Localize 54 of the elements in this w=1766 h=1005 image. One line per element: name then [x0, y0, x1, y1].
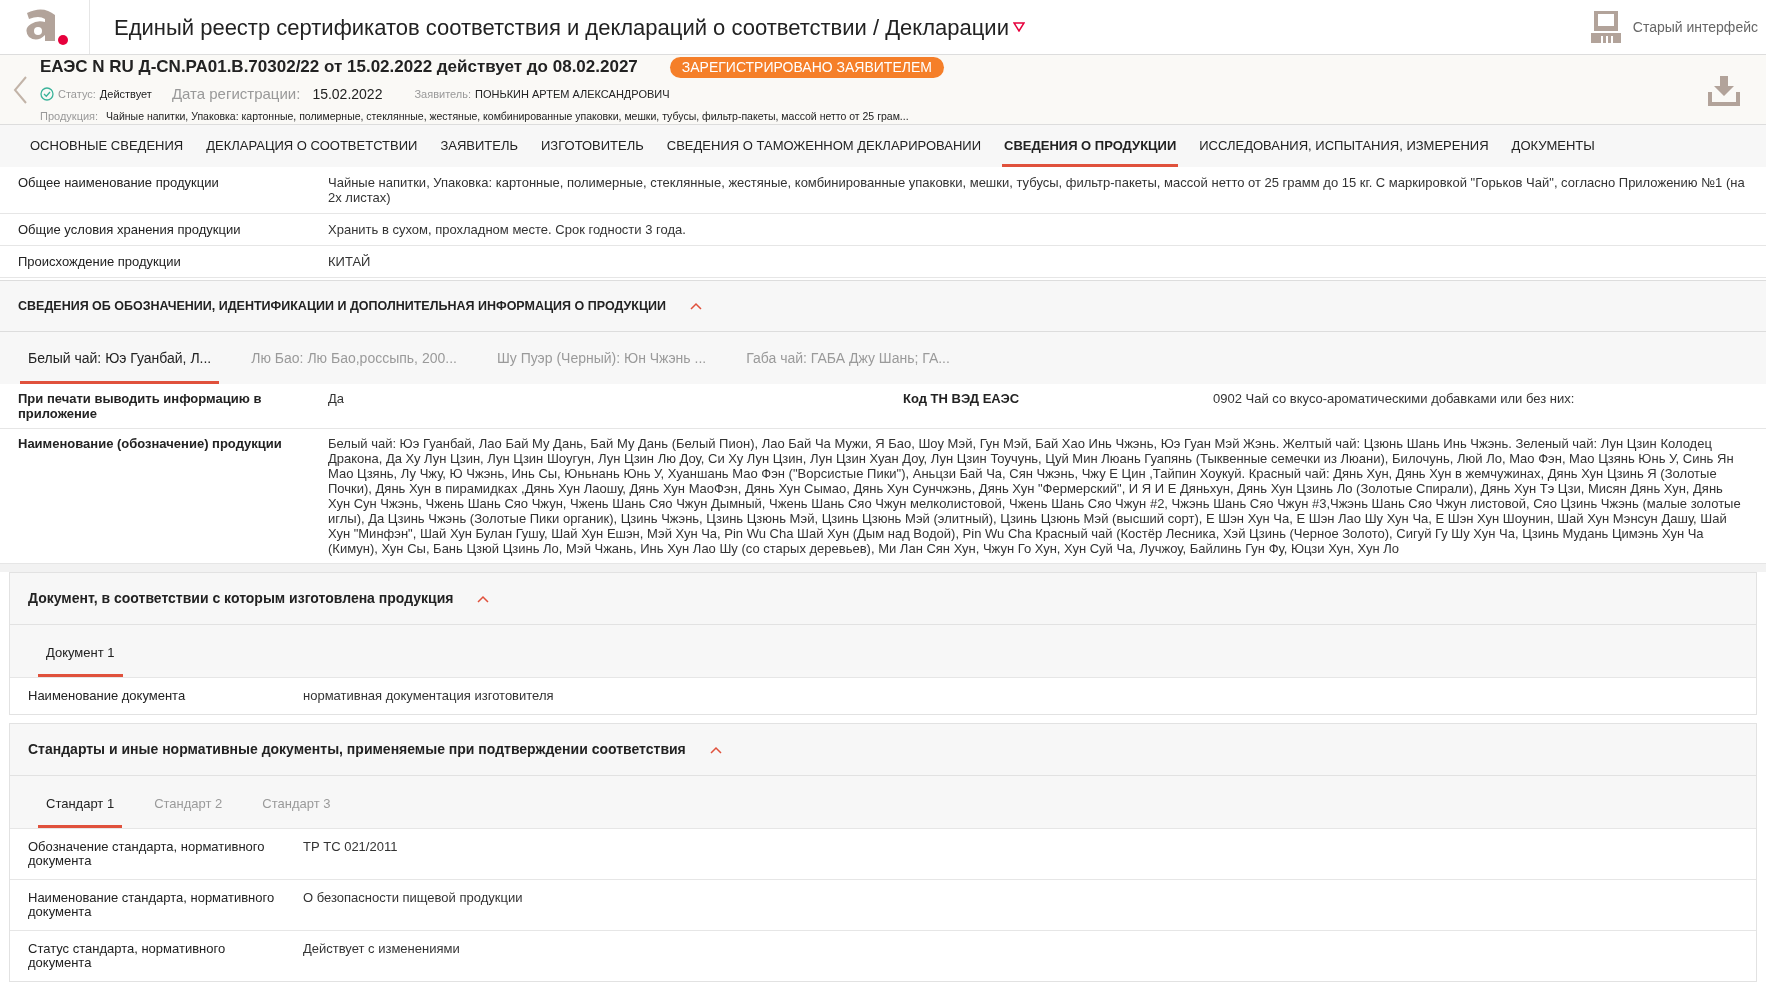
- field-label: Обозначение стандарта, нормативного документа: [28, 840, 266, 868]
- field-label: Наименование (обозначение) продукции: [18, 436, 283, 453]
- status-value: Действует: [99, 86, 152, 102]
- field-label: При печати выводить информацию в приложение: [18, 391, 263, 421]
- declaration-number: ЕАЭС N RU Д-CN.РА01.В.70302/22 от 15.02.2022 действует до 08.02.2027: [40, 56, 638, 79]
- chevron-up-icon[interactable]: [477, 594, 490, 603]
- field-label: Статус стандарта, нормативного документа: [28, 942, 227, 970]
- download-button[interactable]: [1708, 73, 1740, 106]
- field-value: Действует с изменениями: [303, 942, 460, 958]
- reg-date-label: Дата регистрации:: [171, 83, 301, 104]
- field-label: Общее наименование продукции: [18, 175, 220, 192]
- field-value: КИТАЙ: [328, 254, 371, 269]
- tab[interactable]: ДЕКЛАРАЦИЯ О СООТВЕТСТВИИ: [204, 135, 420, 167]
- field-value: Да: [328, 391, 346, 408]
- subtab[interactable]: Документ 1: [38, 642, 123, 677]
- dropdown-icon[interactable]: [1012, 22, 1025, 32]
- tab[interactable]: ЗАЯВИТЕЛЬ: [438, 135, 520, 167]
- section-title: Стандарты и иные нормативные документы, применяемые при подтверждении соответствия: [28, 740, 686, 759]
- reg-date-value: 15.02.2022: [312, 84, 383, 104]
- field-label: Наименование стандарта, нормативного документа: [28, 891, 276, 919]
- field-label: Наименование документа: [28, 689, 187, 703]
- field-value: 0902 Чай со вкусо-ароматическими добавками или без них:: [1213, 391, 1576, 408]
- section-title: СВЕДЕНИЯ ОБ ОБОЗНАЧЕНИИ, ИДЕНТИФИКАЦИИ И ДОПОЛНИТЕЛЬНАЯ ИНФОРМАЦИЯ О ПРОДУКЦИИ: [18, 297, 667, 315]
- field-value: Хранить в сухом, прохладном месте. Срок годности 3 года.: [328, 222, 686, 237]
- field-value: Чайные напитки, Упаковка: картонные, полимерные, стеклянные, жестяные, комбинированные упаковки, мешки, тубусы, фильтр-пакеты, массой нетто от 25 грамм до 15 кг. С маркировкой "Горьков Чай", согласно Приложению №1 (на 2х листах): [328, 175, 1746, 205]
- tab[interactable]: СВЕДЕНИЯ О ПРОДУКЦИИ: [1002, 135, 1179, 167]
- field-label: Происхождение продукции: [18, 254, 182, 269]
- status-badge: ЗАРЕГИСТРИРОВАНО ЗАЯВИТЕЛЕМ: [669, 56, 944, 78]
- field-value: Белый чай: Юэ Гуанбай, Лао Бай Му Дань, Бай Му Дань (Белый Пион), Лао Бай Ча Мужи, Я Бао, Шоу Мэй, Гун Мэй, Бай Хао Инь Чжэнь, Юэ Гуан Мэй Жэнь. Желтый чай: Цзюнь Шань Инь Чжэнь. Зеленый чай: Лун Цзин Колодец Дракона, Да Ху Лун Цзин, Лун Цзин Шоугун, Лун Цзин Лю Доу, Си Ху Лун Цзин, Лун Цзин Хуан Доу, Лун Цзин Тоучунь, Цуй Мин Люань Гуапянь (Тыквенные семечки из Люани), Билочунь, Люй Ло, Мао Фэн, Мао Цзянь Юнь У, Синь Ян Мао Цзянь, Лу Чжу, Ю Чжэнь, Инь Сы, Юньнань Юнь У, Хуаншань Мао Фэн ("Ворсистые Пики"), Аньцзи Бай Ча, Сян Чжэнь, Чжу Е Цин ,Тайпин Хоукуй. Красный чай: Дянь Хун, Дянь Хун в жемчужинах, Дянь Хун Цзинь Я (Золотые Почки), Дянь Хун в пирамидках ,Дянь Хун Лаошу, Дянь Хун МаоФэн, Дянь Хун Сымао, Дянь Хун Сунчжэнь, Дянь Хун "Фермерский", И Я И Е Дяньхун, Дянь Хун Цзинь Ло (Золотые Спирали), Дянь Хун Тэ Цзи, Мисян Дянь Хун, Дянь Хун Сун Чжэнь, Чжень Шань Сяо Чжун, Чжень Шань Сяо Чжун Дымный, Чжень Шань Сяо Чжун мелколистовой, Чжень Шань Сяо Чжун #2, Чжэнь Шань Сяо Чжун #3,Чжэнь Шань Сяо Чжун листовой, Сяо Цзинь Чжэнь (малые золотые иглы), Да Цзинь Чжэнь (Золотые Пики органик), Цзинь Чжэнь, Цзинь Цзюнь Мэй, Цзинь Цзюнь Мэй (элитный), Цзинь Цзюнь Мэй (высший сорт), Е Шэн Хун Ча, Е Шэн Лао Шу Хун Ча, Е Шэн Хун Шоунин, Шай Хун Мэнсун Дашу, Шай Хун "Минфэн", Шай Хун Булан Гушу, Шай Хун Ешэн, Мэй Хун Ча, Pin Wu Cha Шай Хун (Дым над Водой), Pin Wu Cha Красный чай (Костёр Лесника, Хэй Цзинь (Черное Золото), Сигуй Гу Шу Хун Ча, Цзинь Мудань Цимэнь Хун Ча (Кимун), Хун Сы, Бань Цзюй Цзинь Ло, Мэй Чжань, Инь Хун Лао Шу (со старых деревьев), Ми Лан Сян Хун, Чжун Го Хун, Хун Суй Ча, Лучжоу, Байлинь Гун Фу, Юцзи Хун, Хун Ло: [328, 436, 1742, 556]
- computer-icon[interactable]: [1590, 11, 1621, 43]
- field-value: нормативная документация изготовителя: [303, 689, 554, 703]
- tab[interactable]: СВЕДЕНИЯ О ТАМОЖЕННОМ ДЕКЛАРИРОВАНИИ: [664, 135, 984, 167]
- chevron-up-icon[interactable]: [709, 745, 722, 754]
- chevron-left-icon: [12, 74, 28, 105]
- field-label: Общие условия хранения продукции: [18, 222, 242, 237]
- subtab[interactable]: Белый чай: Юэ Гуанбай, Л...: [20, 348, 220, 384]
- product-label: Продукция:: [40, 109, 99, 125]
- check-circle-icon: [40, 87, 54, 101]
- chevron-up-icon[interactable]: [690, 302, 703, 310]
- tab[interactable]: ОСНОВНЫЕ СВЕДЕНИЯ: [28, 135, 186, 167]
- tab[interactable]: ИССЛЕДОВАНИЯ, ИСПЫТАНИЯ, ИЗМЕРЕНИЯ: [1197, 135, 1491, 167]
- tab[interactable]: ИЗГОТОВИТЕЛЬ: [539, 135, 646, 167]
- subtab[interactable]: Стандарт 1: [38, 793, 123, 828]
- page-title: Единый реестр сертификатов соответствия и деклараций о соответствии / Декларации: [114, 13, 1009, 42]
- product-value: Чайные напитки, Упаковка: картонные, полимерные, стеклянные, жестяные, комбинированные упаковки, мешки, тубусы, фильтр-пакеты, массой нетто от 25 грам...: [106, 108, 909, 124]
- field-value: ТР ТС 021/2011: [303, 840, 398, 856]
- status-label: Статус:: [58, 86, 96, 102]
- old-interface-link[interactable]: Старый интерфейс: [1632, 16, 1758, 38]
- field-label: Код ТН ВЭД ЕАЭС: [903, 391, 1021, 408]
- section-title: Документ, в соответствии с которым изготовлена продукция: [28, 589, 454, 608]
- applicant-label: Заявитель:: [414, 86, 472, 102]
- field-value: О безопасности пищевой продукции: [303, 891, 523, 907]
- tab[interactable]: ДОКУМЕНТЫ: [1509, 135, 1597, 167]
- applicant-value: ПОНЬКИН АРТЕМ АЛЕКСАНДРОВИЧ: [475, 86, 670, 102]
